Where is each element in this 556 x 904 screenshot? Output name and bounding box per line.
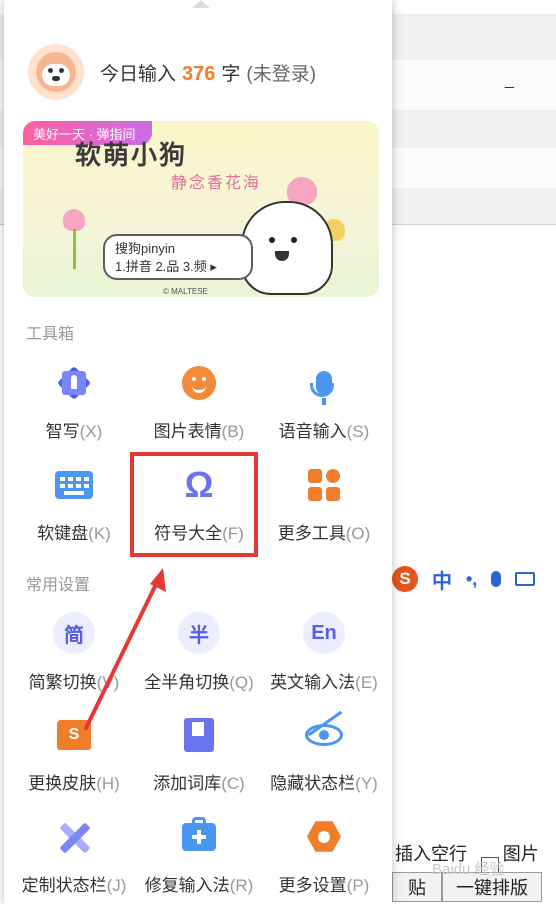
annotation-arrow (84, 568, 166, 730)
